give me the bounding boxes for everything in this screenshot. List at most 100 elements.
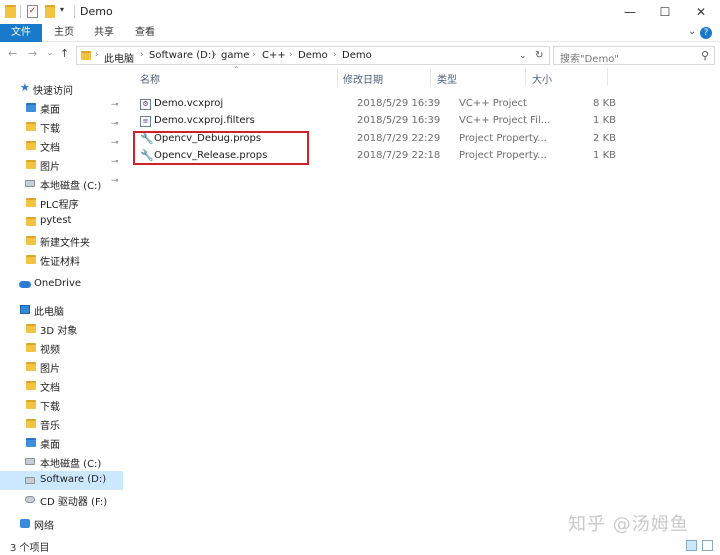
item-count: 3 个项目	[10, 543, 50, 554]
column-header-type[interactable]: 类型	[437, 71, 457, 86]
pin-icon[interactable]: ⊸	[111, 119, 119, 129]
back-button[interactable]: ←	[8, 47, 17, 60]
breadcrumb-separator: ›	[95, 50, 99, 60]
column-divider[interactable]	[430, 68, 431, 86]
folder-icon	[26, 400, 36, 409]
breadcrumb-game[interactable]: game	[221, 50, 249, 61]
minimize-button[interactable]: —	[613, 0, 647, 24]
address-dropdown-icon[interactable]: ⌄	[519, 51, 527, 61]
nav-item-plc[interactable]: PLC程序	[0, 194, 128, 212]
nav-item-local-disk-c[interactable]: 本地磁盘 (C:) ⊸	[0, 175, 128, 193]
divider	[74, 5, 75, 18]
help-icon[interactable]: ?	[700, 27, 712, 39]
pin-icon[interactable]: ⊸	[111, 138, 119, 148]
pin-icon[interactable]: ⊸	[111, 176, 119, 186]
vcxproj-icon: ⚙	[140, 99, 151, 110]
nav-this-pc[interactable]: 此电脑	[0, 301, 128, 319]
folder-icon	[26, 343, 36, 352]
documents-folder-icon	[26, 141, 36, 150]
maximize-button[interactable]: ☐	[648, 0, 682, 24]
ribbon-collapse-icon[interactable]: ⌄	[688, 26, 696, 37]
nav-label: 桌面	[40, 440, 60, 451]
nav-quick-access[interactable]: ★ 快速访问	[0, 80, 128, 98]
nav-label: 新建文件夹	[40, 238, 90, 249]
nav-item-pc-pictures[interactable]: 图片	[0, 358, 128, 376]
column-header-name[interactable]: 名称	[140, 71, 160, 86]
up-button[interactable]: ↑	[60, 47, 69, 60]
folder-icon	[26, 198, 36, 207]
column-divider[interactable]	[607, 68, 608, 86]
star-icon: ★	[20, 81, 30, 94]
breadcrumb-separator: ›	[252, 50, 256, 60]
file-row[interactable]: ⚙ Demo.vcxproj 2018/5/29 16:39 VC++ Proj…	[132, 96, 632, 113]
column-header-date[interactable]: 修改日期	[343, 71, 383, 86]
nav-item-pc-local-disk-c[interactable]: 本地磁盘 (C:)	[0, 453, 128, 471]
nav-onedrive[interactable]: OneDrive	[0, 276, 128, 294]
nav-label: PLC程序	[40, 200, 79, 211]
filters-icon: ≡	[140, 116, 151, 127]
breadcrumb-separator: ›	[140, 50, 144, 60]
tab-home[interactable]: 主页	[54, 24, 74, 42]
nav-label: 下载	[40, 124, 60, 135]
column-divider[interactable]	[525, 68, 526, 86]
address-bar[interactable]: › 此电脑 › Software (D:) › game › C++ › Dem…	[76, 46, 550, 65]
status-bar: 3 个项目	[0, 536, 720, 555]
nav-item-pictures[interactable]: 图片 ⊸	[0, 156, 128, 174]
tab-file[interactable]: 文件	[0, 24, 42, 42]
breadcrumb-demo-current[interactable]: Demo	[342, 50, 372, 61]
nav-item-3d-objects[interactable]: 3D 对象	[0, 320, 128, 338]
search-input[interactable]: 搜索"Demo" ⚲	[553, 46, 715, 65]
details-view-icon[interactable]	[686, 540, 697, 551]
nav-item-desktop[interactable]: 桌面 ⊸	[0, 99, 128, 117]
breadcrumb-drive-d[interactable]: Software (D:)	[149, 50, 215, 61]
cloud-icon	[19, 281, 31, 288]
nav-label: 网络	[34, 521, 54, 532]
refresh-icon[interactable]: ↻	[535, 50, 543, 61]
divider	[20, 5, 21, 18]
desktop-icon	[26, 103, 36, 112]
address-row: ← → ⌄ ↑ › 此电脑 › Software (D:) › game › C…	[0, 42, 720, 68]
file-row[interactable]: ≡ Demo.vcxproj.filters 2018/5/29 16:39 V…	[132, 113, 632, 130]
tab-view[interactable]: 查看	[135, 24, 155, 42]
pin-icon[interactable]: ⊸	[111, 100, 119, 110]
nav-item-documents[interactable]: 文档 ⊸	[0, 137, 128, 155]
nav-label: 3D 对象	[40, 326, 78, 337]
column-divider[interactable]	[337, 68, 338, 86]
nav-item-evidence[interactable]: 佐证材料	[0, 251, 128, 269]
desktop-icon	[26, 438, 36, 447]
nav-item-pc-downloads[interactable]: 下载	[0, 396, 128, 414]
folder-icon	[26, 324, 36, 333]
forward-button[interactable]: →	[28, 47, 37, 60]
new-folder-icon[interactable]	[45, 5, 55, 18]
recent-locations-button[interactable]: ⌄	[46, 48, 54, 58]
tab-share[interactable]: 共享	[94, 24, 114, 42]
file-name: Demo.vcxproj	[154, 98, 224, 109]
breadcrumb-this-pc[interactable]: 此电脑	[104, 50, 134, 65]
close-button[interactable]: ✕	[684, 0, 718, 24]
nav-label: OneDrive	[34, 278, 82, 289]
nav-item-pc-desktop[interactable]: 桌面	[0, 434, 128, 452]
file-date: 2018/5/29 16:39	[357, 98, 441, 109]
nav-item-pytest[interactable]: pytest	[0, 213, 128, 231]
nav-item-cd-drive[interactable]: CD 驱动器 (F:)	[0, 491, 128, 509]
nav-network[interactable]: 网络	[0, 515, 128, 533]
breadcrumb-cpp[interactable]: C++	[262, 50, 286, 61]
nav-label: Software (D:)	[40, 474, 107, 485]
sort-ascending-icon: ⌃	[233, 65, 240, 74]
large-icons-view-icon[interactable]	[702, 540, 713, 551]
properties-icon[interactable]: ✓	[27, 5, 38, 18]
column-header-size[interactable]: 大小	[532, 71, 552, 86]
nav-label: 图片	[40, 364, 60, 375]
nav-label: 下载	[40, 402, 60, 413]
nav-item-downloads[interactable]: 下载 ⊸	[0, 118, 128, 136]
nav-label: CD 驱动器 (F:)	[40, 497, 108, 508]
nav-item-music[interactable]: 音乐	[0, 415, 128, 433]
nav-item-videos[interactable]: 视频	[0, 339, 128, 357]
qat-dropdown-icon[interactable]: ▾	[60, 5, 70, 18]
breadcrumb-demo-parent[interactable]: Demo	[298, 50, 328, 61]
nav-item-new-folder[interactable]: 新建文件夹	[0, 232, 128, 250]
nav-item-pc-documents[interactable]: 文档	[0, 377, 128, 395]
pin-icon[interactable]: ⊸	[111, 157, 119, 167]
folder-icon	[26, 381, 36, 390]
nav-item-software-d[interactable]: Software (D:)	[0, 471, 123, 490]
